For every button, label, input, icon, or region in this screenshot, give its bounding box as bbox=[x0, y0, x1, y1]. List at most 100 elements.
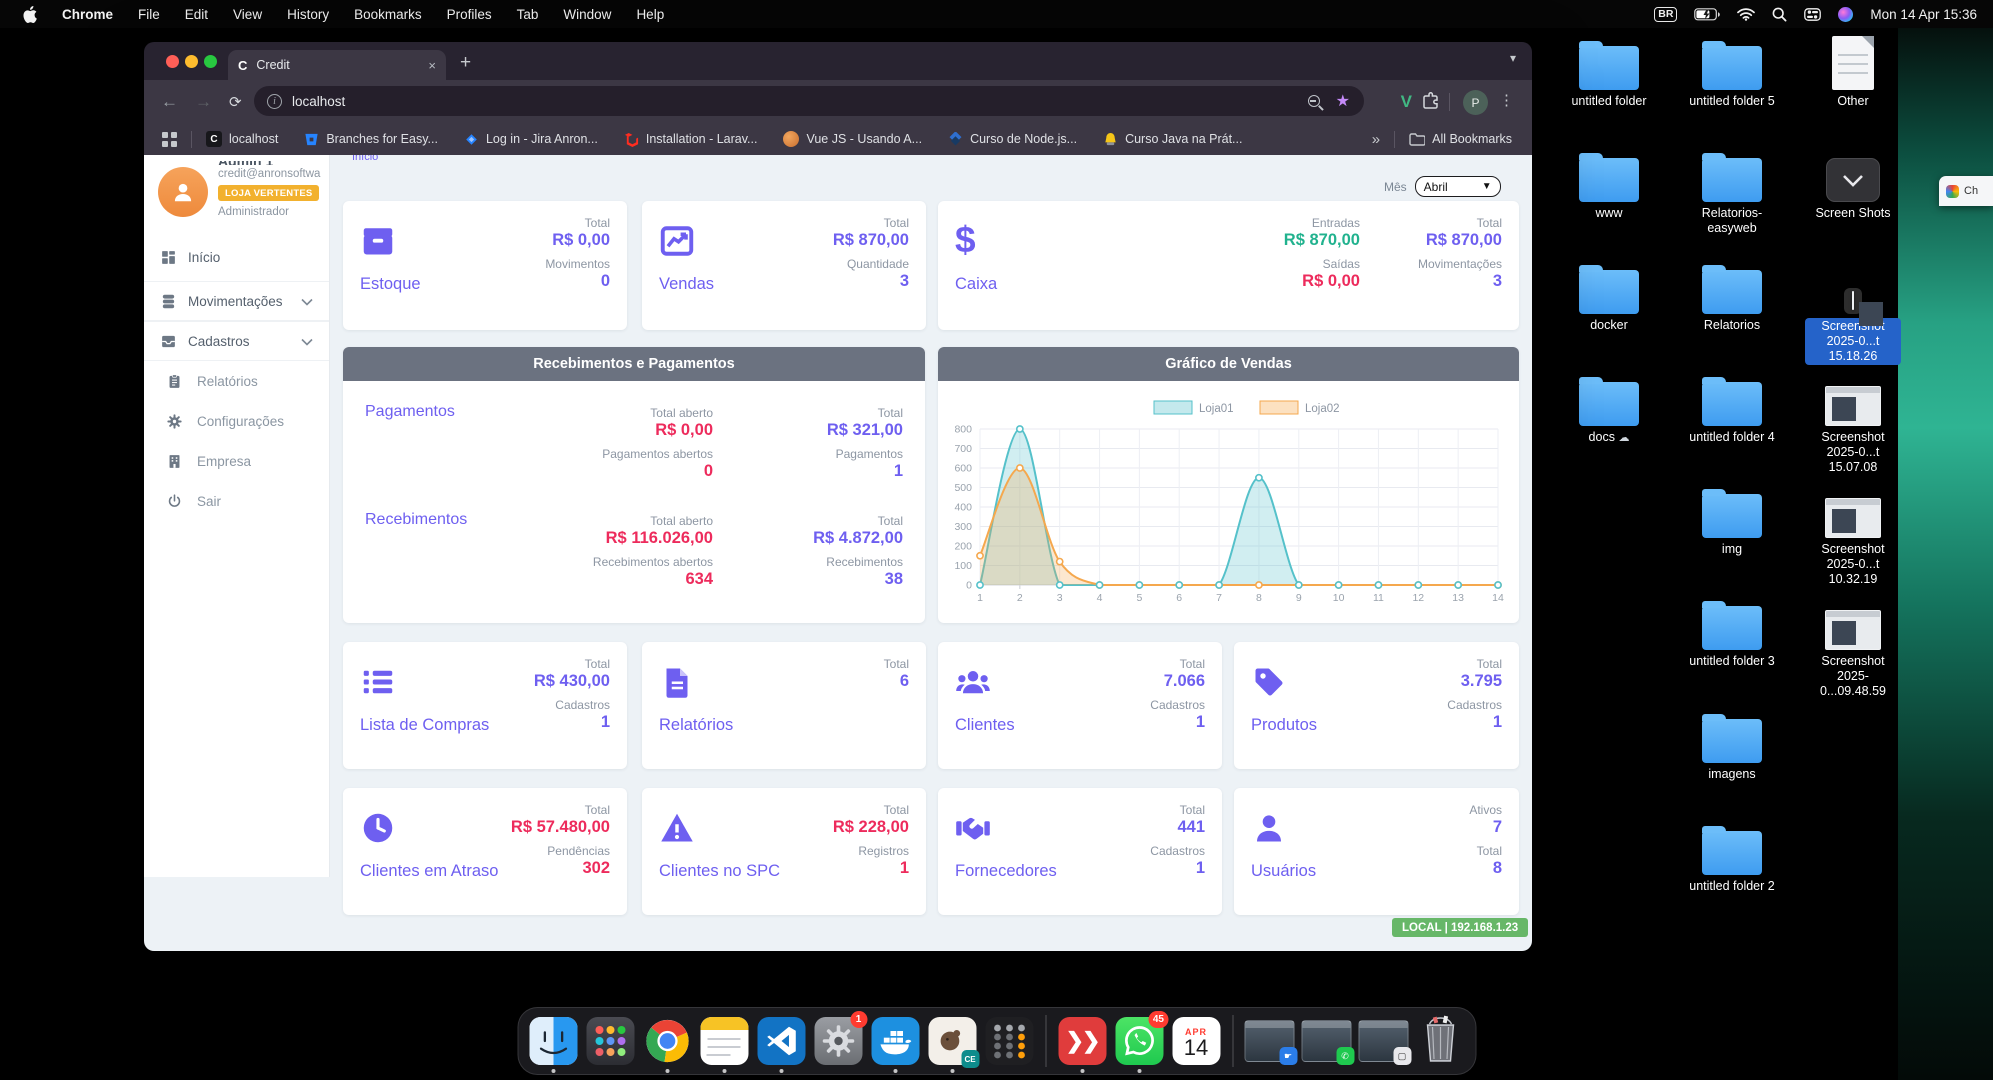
card-title-link[interactable]: Lista de Compras bbox=[360, 716, 489, 736]
bookmarks-overflow-chevron[interactable]: » bbox=[1372, 131, 1380, 148]
card-title-link[interactable]: Estoque bbox=[360, 275, 421, 295]
siri-icon[interactable] bbox=[1838, 7, 1853, 22]
desktop-icon-folder[interactable]: untitled folder 4 bbox=[1682, 368, 1782, 445]
desktop-icon-folder[interactable]: untitled folder 5 bbox=[1682, 32, 1782, 109]
close-window-button[interactable] bbox=[166, 55, 179, 68]
profile-avatar[interactable]: P bbox=[1463, 90, 1488, 115]
bookmark-item[interactable]: Vue JS - Usando A... bbox=[783, 131, 922, 147]
active-app-name[interactable]: Chrome bbox=[62, 7, 113, 22]
card-title-link[interactable]: Produtos bbox=[1251, 716, 1317, 736]
desktop-icon-folder[interactable]: docs ☁ bbox=[1559, 368, 1659, 445]
bookmark-star-icon[interactable]: ★ bbox=[1336, 91, 1350, 111]
dock-item-calculator[interactable] bbox=[984, 1016, 1034, 1066]
card-title-link[interactable]: Clientes em Atraso bbox=[360, 862, 498, 882]
reload-button[interactable]: ⟳ bbox=[229, 93, 242, 111]
sidebar-item-movimentacoes[interactable]: Movimentações bbox=[144, 281, 329, 321]
desktop-icon-folder[interactable]: untitled folder 3 bbox=[1682, 592, 1782, 669]
sidebar-item-sair[interactable]: Sair bbox=[144, 481, 329, 521]
apple-icon[interactable] bbox=[22, 6, 37, 23]
dock-item-settings[interactable]: 1 bbox=[813, 1016, 863, 1066]
vue-devtools-icon[interactable]: V bbox=[1401, 92, 1412, 112]
desktop-icon-folder[interactable]: untitled folder 2 bbox=[1682, 817, 1782, 894]
minimized-window-thumbnail[interactable]: ✆ bbox=[1301, 1020, 1351, 1062]
card-title-link[interactable]: Relatórios bbox=[659, 716, 733, 736]
url-text[interactable]: localhost bbox=[292, 94, 345, 109]
dock-item-launchpad[interactable] bbox=[585, 1016, 635, 1066]
dock-item-red-remote[interactable]: ❯❯ bbox=[1057, 1016, 1107, 1066]
menubar-item-file[interactable]: File bbox=[138, 7, 160, 22]
menubar-item-help[interactable]: Help bbox=[636, 7, 664, 22]
extensions-icon[interactable] bbox=[1422, 92, 1440, 115]
desktop-icon-folder[interactable]: Relatorios bbox=[1682, 256, 1782, 333]
forward-button[interactable]: → bbox=[195, 92, 212, 112]
card-title-link[interactable]: Clientes bbox=[955, 716, 1015, 736]
dock-item-calendar[interactable]: APR14 bbox=[1171, 1016, 1221, 1066]
apps-grid-icon[interactable] bbox=[162, 132, 177, 147]
card-title-link[interactable]: Vendas bbox=[659, 275, 714, 295]
desktop-icon-screenshot[interactable]: Screenshot 2025-0...t 15.18.26 bbox=[1803, 256, 1903, 365]
bookmark-item[interactable]: Curso Java na Prát... bbox=[1103, 132, 1242, 147]
payments-row-link[interactable]: Recebimentos bbox=[365, 511, 467, 593]
address-bar[interactable]: i localhost ★ bbox=[254, 86, 1364, 116]
menubar-item-tab[interactable]: Tab bbox=[517, 7, 539, 22]
minimized-window-thumbnail[interactable]: ☛ bbox=[1244, 1020, 1294, 1062]
input-source-indicator[interactable]: BR bbox=[1654, 7, 1677, 22]
sidebar-item-empresa[interactable]: Empresa bbox=[144, 441, 329, 481]
card-title-link[interactable]: Caixa bbox=[955, 275, 997, 295]
bookmark-item[interactable]: Clocalhost bbox=[206, 131, 278, 147]
minimized-window-thumbnail[interactable]: ▢ bbox=[1358, 1020, 1408, 1062]
tab-close-icon[interactable]: × bbox=[428, 58, 436, 73]
desktop-icon-folder[interactable]: Relatorios-easyweb bbox=[1682, 144, 1782, 236]
desktop-icon-folder[interactable]: docker bbox=[1559, 256, 1659, 333]
background-window-sliver[interactable]: Ch bbox=[1939, 176, 1993, 206]
sidebar-item-inicio[interactable]: Início bbox=[144, 237, 329, 277]
menubar-item-bookmarks[interactable]: Bookmarks bbox=[354, 7, 422, 22]
desktop-icon-folder[interactable]: img bbox=[1682, 480, 1782, 557]
desktop-icon-screenshot[interactable]: Screenshot 2025-0...09.48.59 bbox=[1803, 592, 1903, 699]
new-tab-button[interactable]: + bbox=[460, 52, 471, 74]
desktop-icon-folder[interactable]: imagens bbox=[1682, 705, 1782, 782]
desktop-icon-folder[interactable]: www bbox=[1559, 144, 1659, 221]
all-bookmarks-button[interactable]: All Bookmarks bbox=[1409, 132, 1512, 146]
dock-item-whatsapp[interactable]: 45 bbox=[1114, 1016, 1164, 1066]
bookmark-item[interactable]: Log in - Jira Anron... bbox=[464, 132, 598, 147]
menubar-item-window[interactable]: Window bbox=[563, 7, 611, 22]
dock-item-vscode[interactable] bbox=[756, 1016, 806, 1066]
zoom-out-icon[interactable] bbox=[1308, 95, 1320, 107]
dock-item-chrome[interactable] bbox=[642, 1016, 692, 1066]
spotlight-search-icon[interactable] bbox=[1772, 7, 1787, 22]
dock-item-finder[interactable] bbox=[528, 1016, 578, 1066]
desktop-icon-folder[interactable]: untitled folder bbox=[1559, 32, 1659, 109]
bookmark-item[interactable]: Curso de Node.js... bbox=[948, 132, 1077, 147]
battery-icon[interactable] bbox=[1694, 8, 1720, 21]
dock-item-notes[interactable] bbox=[699, 1016, 749, 1066]
bookmark-item[interactable]: Branches for Easy... bbox=[304, 132, 438, 147]
control-center-icon[interactable] bbox=[1804, 8, 1821, 21]
dock-item-docker[interactable] bbox=[870, 1016, 920, 1066]
sidebar-item-relatorios[interactable]: Relatórios bbox=[144, 361, 329, 401]
wifi-icon[interactable] bbox=[1737, 8, 1755, 21]
dock-item-minimized-window[interactable]: ☛ bbox=[1244, 1016, 1294, 1066]
back-button[interactable]: ← bbox=[161, 92, 178, 112]
desktop-icon-document[interactable]: Other bbox=[1803, 32, 1903, 109]
menubar-item-history[interactable]: History bbox=[287, 7, 329, 22]
tab-search-chevron-icon[interactable]: ▾ bbox=[1510, 51, 1516, 65]
sidebar-item-configuracoes[interactable]: Configurações bbox=[144, 401, 329, 441]
menubar-clock[interactable]: Mon 14 Apr 15:36 bbox=[1870, 7, 1977, 22]
site-info-icon[interactable]: i bbox=[267, 94, 282, 109]
card-title-link[interactable]: Fornecedores bbox=[955, 862, 1057, 882]
desktop-icon-stack[interactable]: Screen Shots bbox=[1803, 144, 1903, 221]
dock-item-trash[interactable] bbox=[1415, 1016, 1465, 1066]
dock-item-dbeaver[interactable]: CE bbox=[927, 1016, 977, 1066]
menubar-item-edit[interactable]: Edit bbox=[185, 7, 208, 22]
bookmark-item[interactable]: Installation - Larav... bbox=[624, 132, 758, 147]
sidebar-item-cadastros[interactable]: Cadastros bbox=[144, 321, 329, 361]
minimize-window-button[interactable] bbox=[185, 55, 198, 68]
browser-tab[interactable]: C Credit × bbox=[228, 50, 446, 80]
card-title-link[interactable]: Clientes no SPC bbox=[659, 862, 780, 882]
desktop-icon-screenshot[interactable]: Screenshot 2025-0...t 15.07.08 bbox=[1803, 368, 1903, 475]
desktop-icon-screenshot[interactable]: Screenshot 2025-0...t 10.32.19 bbox=[1803, 480, 1903, 587]
dock-item-minimized-window[interactable]: ▢ bbox=[1358, 1016, 1408, 1066]
zoom-window-button[interactable] bbox=[204, 55, 217, 68]
month-select[interactable]: Abril▼ bbox=[1415, 176, 1501, 197]
